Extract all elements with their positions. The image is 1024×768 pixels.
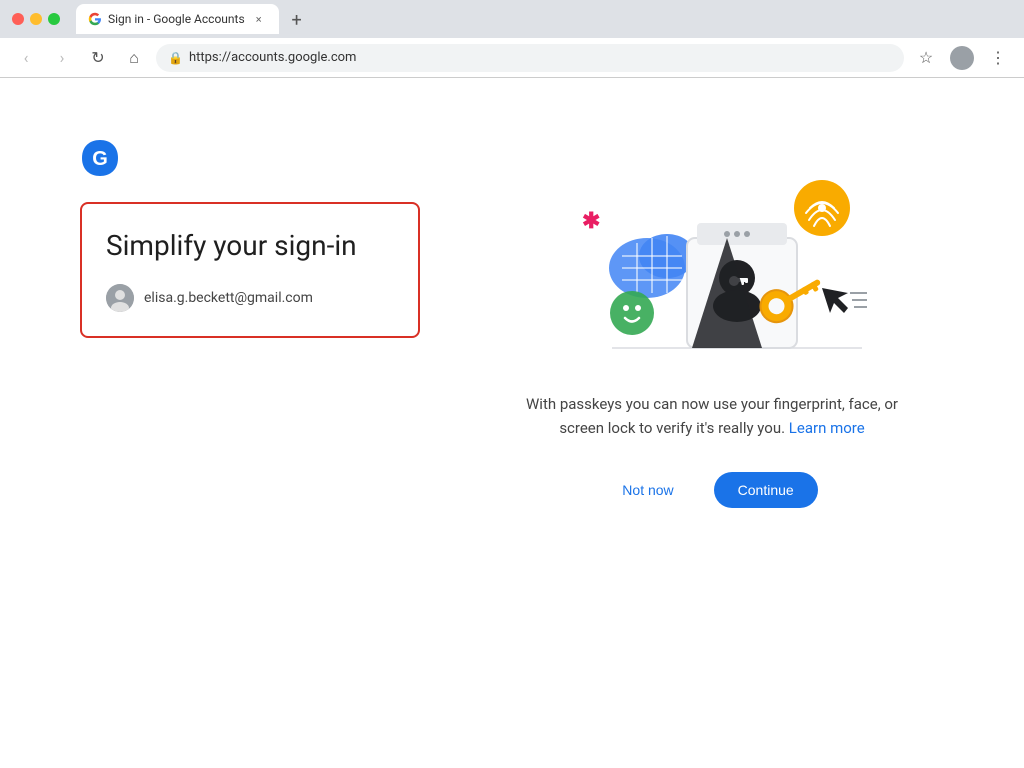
maximize-window-button[interactable] <box>48 13 60 25</box>
bookmark-button[interactable]: ☆ <box>912 44 940 72</box>
action-buttons: Not now Continue <box>606 472 817 508</box>
minimize-window-button[interactable] <box>30 13 42 25</box>
tab-bar: Sign in - Google Accounts × + <box>76 4 1012 34</box>
profile-circle <box>950 46 974 70</box>
page-content: G Simplify your sign-in elisa.g.beckett@… <box>0 78 1024 768</box>
close-window-button[interactable] <box>12 13 24 25</box>
tab-close-button[interactable]: × <box>251 11 267 27</box>
passkey-illustration: ✱ <box>552 148 872 368</box>
learn-more-link[interactable]: Learn more <box>789 419 865 437</box>
tab-favicon <box>88 12 102 26</box>
address-bar-row: ‹ › ↻ ⌂ 🔒 https://accounts.google.com ☆ … <box>0 38 1024 78</box>
passkey-description: With passkeys you can now use your finge… <box>522 392 902 440</box>
traffic-lights <box>12 13 60 25</box>
svg-text:✱: ✱ <box>582 209 600 234</box>
sign-in-card: Simplify your sign-in elisa.g.beckett@gm… <box>80 202 420 338</box>
active-tab[interactable]: Sign in - Google Accounts × <box>76 4 279 34</box>
address-field[interactable]: 🔒 https://accounts.google.com <box>156 44 904 72</box>
account-avatar <box>106 284 134 312</box>
home-button[interactable]: ⌂ <box>120 44 148 72</box>
card-title: Simplify your sign-in <box>106 228 394 264</box>
back-button[interactable]: ‹ <box>12 44 40 72</box>
continue-button[interactable]: Continue <box>714 472 818 508</box>
tab-title: Sign in - Google Accounts <box>108 12 245 26</box>
not-now-button[interactable]: Not now <box>606 472 689 508</box>
svg-text:G: G <box>92 148 108 170</box>
menu-button[interactable]: ⋮ <box>984 44 1012 72</box>
left-panel: G Simplify your sign-in elisa.g.beckett@… <box>80 138 420 338</box>
account-email: elisa.g.beckett@gmail.com <box>144 290 313 306</box>
lock-icon: 🔒 <box>168 51 183 65</box>
account-row: elisa.g.beckett@gmail.com <box>106 284 394 312</box>
address-text: https://accounts.google.com <box>189 50 892 65</box>
right-panel: ✱ <box>480 138 944 508</box>
google-logo: G <box>80 138 420 182</box>
profile-button[interactable] <box>948 44 976 72</box>
title-bar: Sign in - Google Accounts × + <box>0 0 1024 38</box>
forward-button[interactable]: › <box>48 44 76 72</box>
refresh-button[interactable]: ↻ <box>84 44 112 72</box>
browser-window: Sign in - Google Accounts × + ‹ › ↻ ⌂ 🔒 … <box>0 0 1024 768</box>
new-tab-button[interactable]: + <box>283 6 311 34</box>
